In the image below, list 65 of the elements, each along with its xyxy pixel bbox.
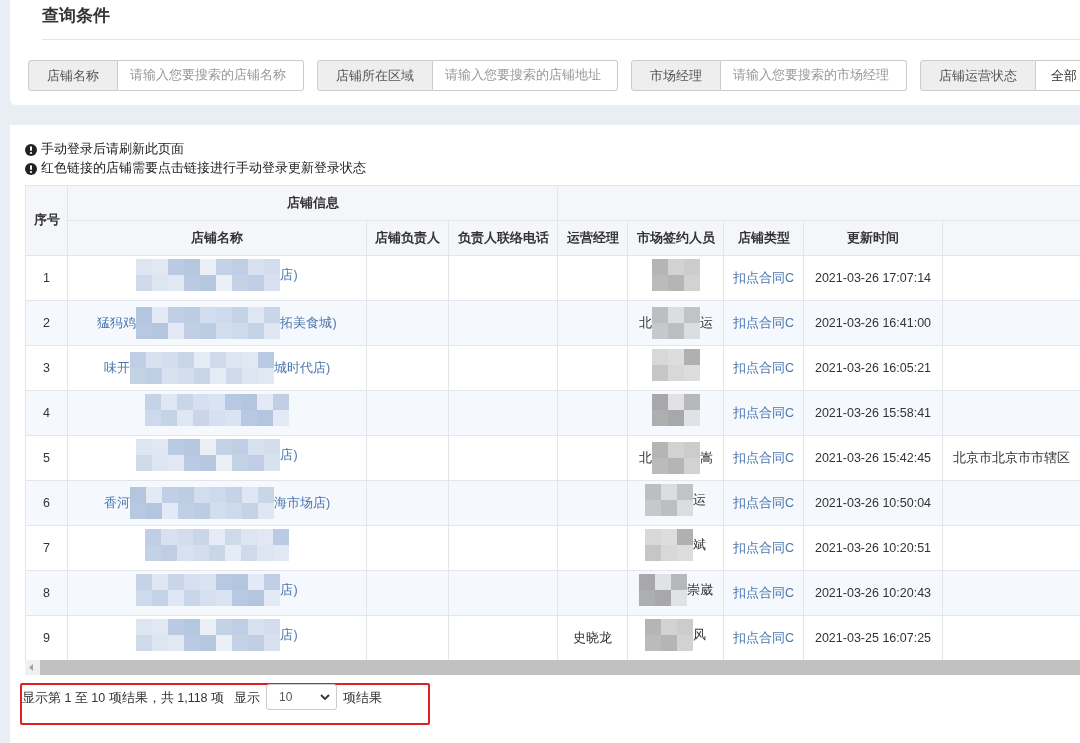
table-cell-text: 运 — [693, 491, 706, 509]
table-cell: 2021-03-26 17:07:14 — [814, 270, 932, 285]
table-cell-text: 北 — [638, 449, 652, 467]
table-cell: 2021-03-26 10:20:51 — [814, 540, 932, 555]
table-cell-text: 嵩 — [699, 449, 713, 467]
field-label: 市场经理 — [631, 59, 721, 91]
table-cell-text: 斌 — [693, 536, 706, 554]
table-cell: 2021-03-26 16:05:21 — [814, 360, 932, 375]
page-size-select[interactable]: 10 — [266, 684, 338, 710]
status-select[interactable]: 全部 — [1036, 59, 1080, 91]
table-cell: 2021-03-26 10:20:43 — [814, 585, 932, 600]
table-cell: 2021-03-26 10:50:04 — [814, 495, 932, 510]
group-header: 店铺信息 — [67, 185, 558, 221]
notice-text: 手动登录后请刷新此页面 — [41, 141, 184, 159]
notice-text: 红色链接的店铺需要点击链接进行手动登录更新登录状态 — [41, 160, 366, 178]
column-header: 负责人联络电话 — [448, 220, 558, 256]
column-header: 店铺负责人 — [366, 220, 449, 256]
table-cell: 史晓龙 — [573, 630, 612, 645]
search-field[interactable]: 请输入您要搜索的店铺名称 — [118, 59, 304, 91]
store-name-link[interactable]: 店) — [280, 265, 298, 285]
table-cell-text: 风 — [693, 626, 706, 644]
store-name-link[interactable]: 香河 — [103, 493, 130, 513]
row-number: 1 — [43, 270, 50, 285]
column-header: 运营经理 — [557, 220, 628, 256]
exclamation-icon — [25, 143, 37, 156]
table-cell: 2021-03-26 15:42:45 — [814, 450, 932, 465]
search-field[interactable]: 请输入您要搜索的店铺地址 — [433, 59, 618, 91]
pagination-summary: 显示第 1 至 10 项结果，共 1,118 项 — [22, 690, 225, 707]
row-number: 6 — [43, 495, 50, 510]
column-header: 序号 — [25, 185, 68, 256]
store-name-link[interactable]: 店) — [280, 445, 298, 465]
store-name-link[interactable]: 拓美食城) — [280, 313, 337, 333]
store-name-link[interactable]: 城时代店) — [273, 358, 331, 378]
page-size-suffix: 项结果 — [343, 690, 383, 707]
table-cell-text: 运 — [699, 314, 713, 332]
column-header: 更新时间 — [803, 220, 943, 256]
caret-icon — [320, 693, 331, 701]
table-cell: 北京市北京市市辖区 — [953, 450, 1070, 465]
store-name-link[interactable]: 海市场店) — [273, 493, 331, 513]
table-cell-text: 北 — [638, 314, 652, 332]
table-cell: 2021-03-26 15:58:41 — [814, 405, 932, 420]
column-header: 市场签约人员 — [627, 220, 724, 256]
row-number: 7 — [43, 540, 50, 555]
column-header: 店铺名称 — [67, 220, 367, 256]
table-cell-text: 崇崴 — [686, 581, 713, 599]
row-number: 3 — [43, 360, 50, 375]
field-label: 店铺所在区域 — [317, 59, 433, 91]
panel-title: 查询条件 — [42, 5, 110, 27]
store-name-link[interactable]: 味开 — [103, 358, 130, 378]
table-cell: 2021-03-25 16:07:25 — [814, 630, 932, 645]
field-label: 店铺运营状态 — [920, 59, 1036, 91]
row-number: 5 — [43, 450, 50, 465]
row-number: 9 — [43, 630, 50, 645]
row-number: 8 — [43, 585, 50, 600]
search-field[interactable]: 请输入您要搜索的市场经理 — [721, 59, 907, 91]
row-number: 4 — [43, 405, 50, 420]
field-label: 店铺名称 — [28, 59, 118, 91]
table-cell: 2021-03-26 16:41:00 — [814, 315, 932, 330]
store-name-link[interactable]: 猛犸鸡 — [97, 313, 137, 333]
column-header: 店铺类型 — [723, 220, 804, 256]
store-name-link[interactable]: 店) — [280, 580, 298, 600]
row-number: 2 — [43, 315, 50, 330]
page-size-label: 显示 — [234, 690, 261, 707]
exclamation-icon — [25, 162, 37, 175]
store-name-link[interactable]: 店) — [280, 625, 298, 645]
